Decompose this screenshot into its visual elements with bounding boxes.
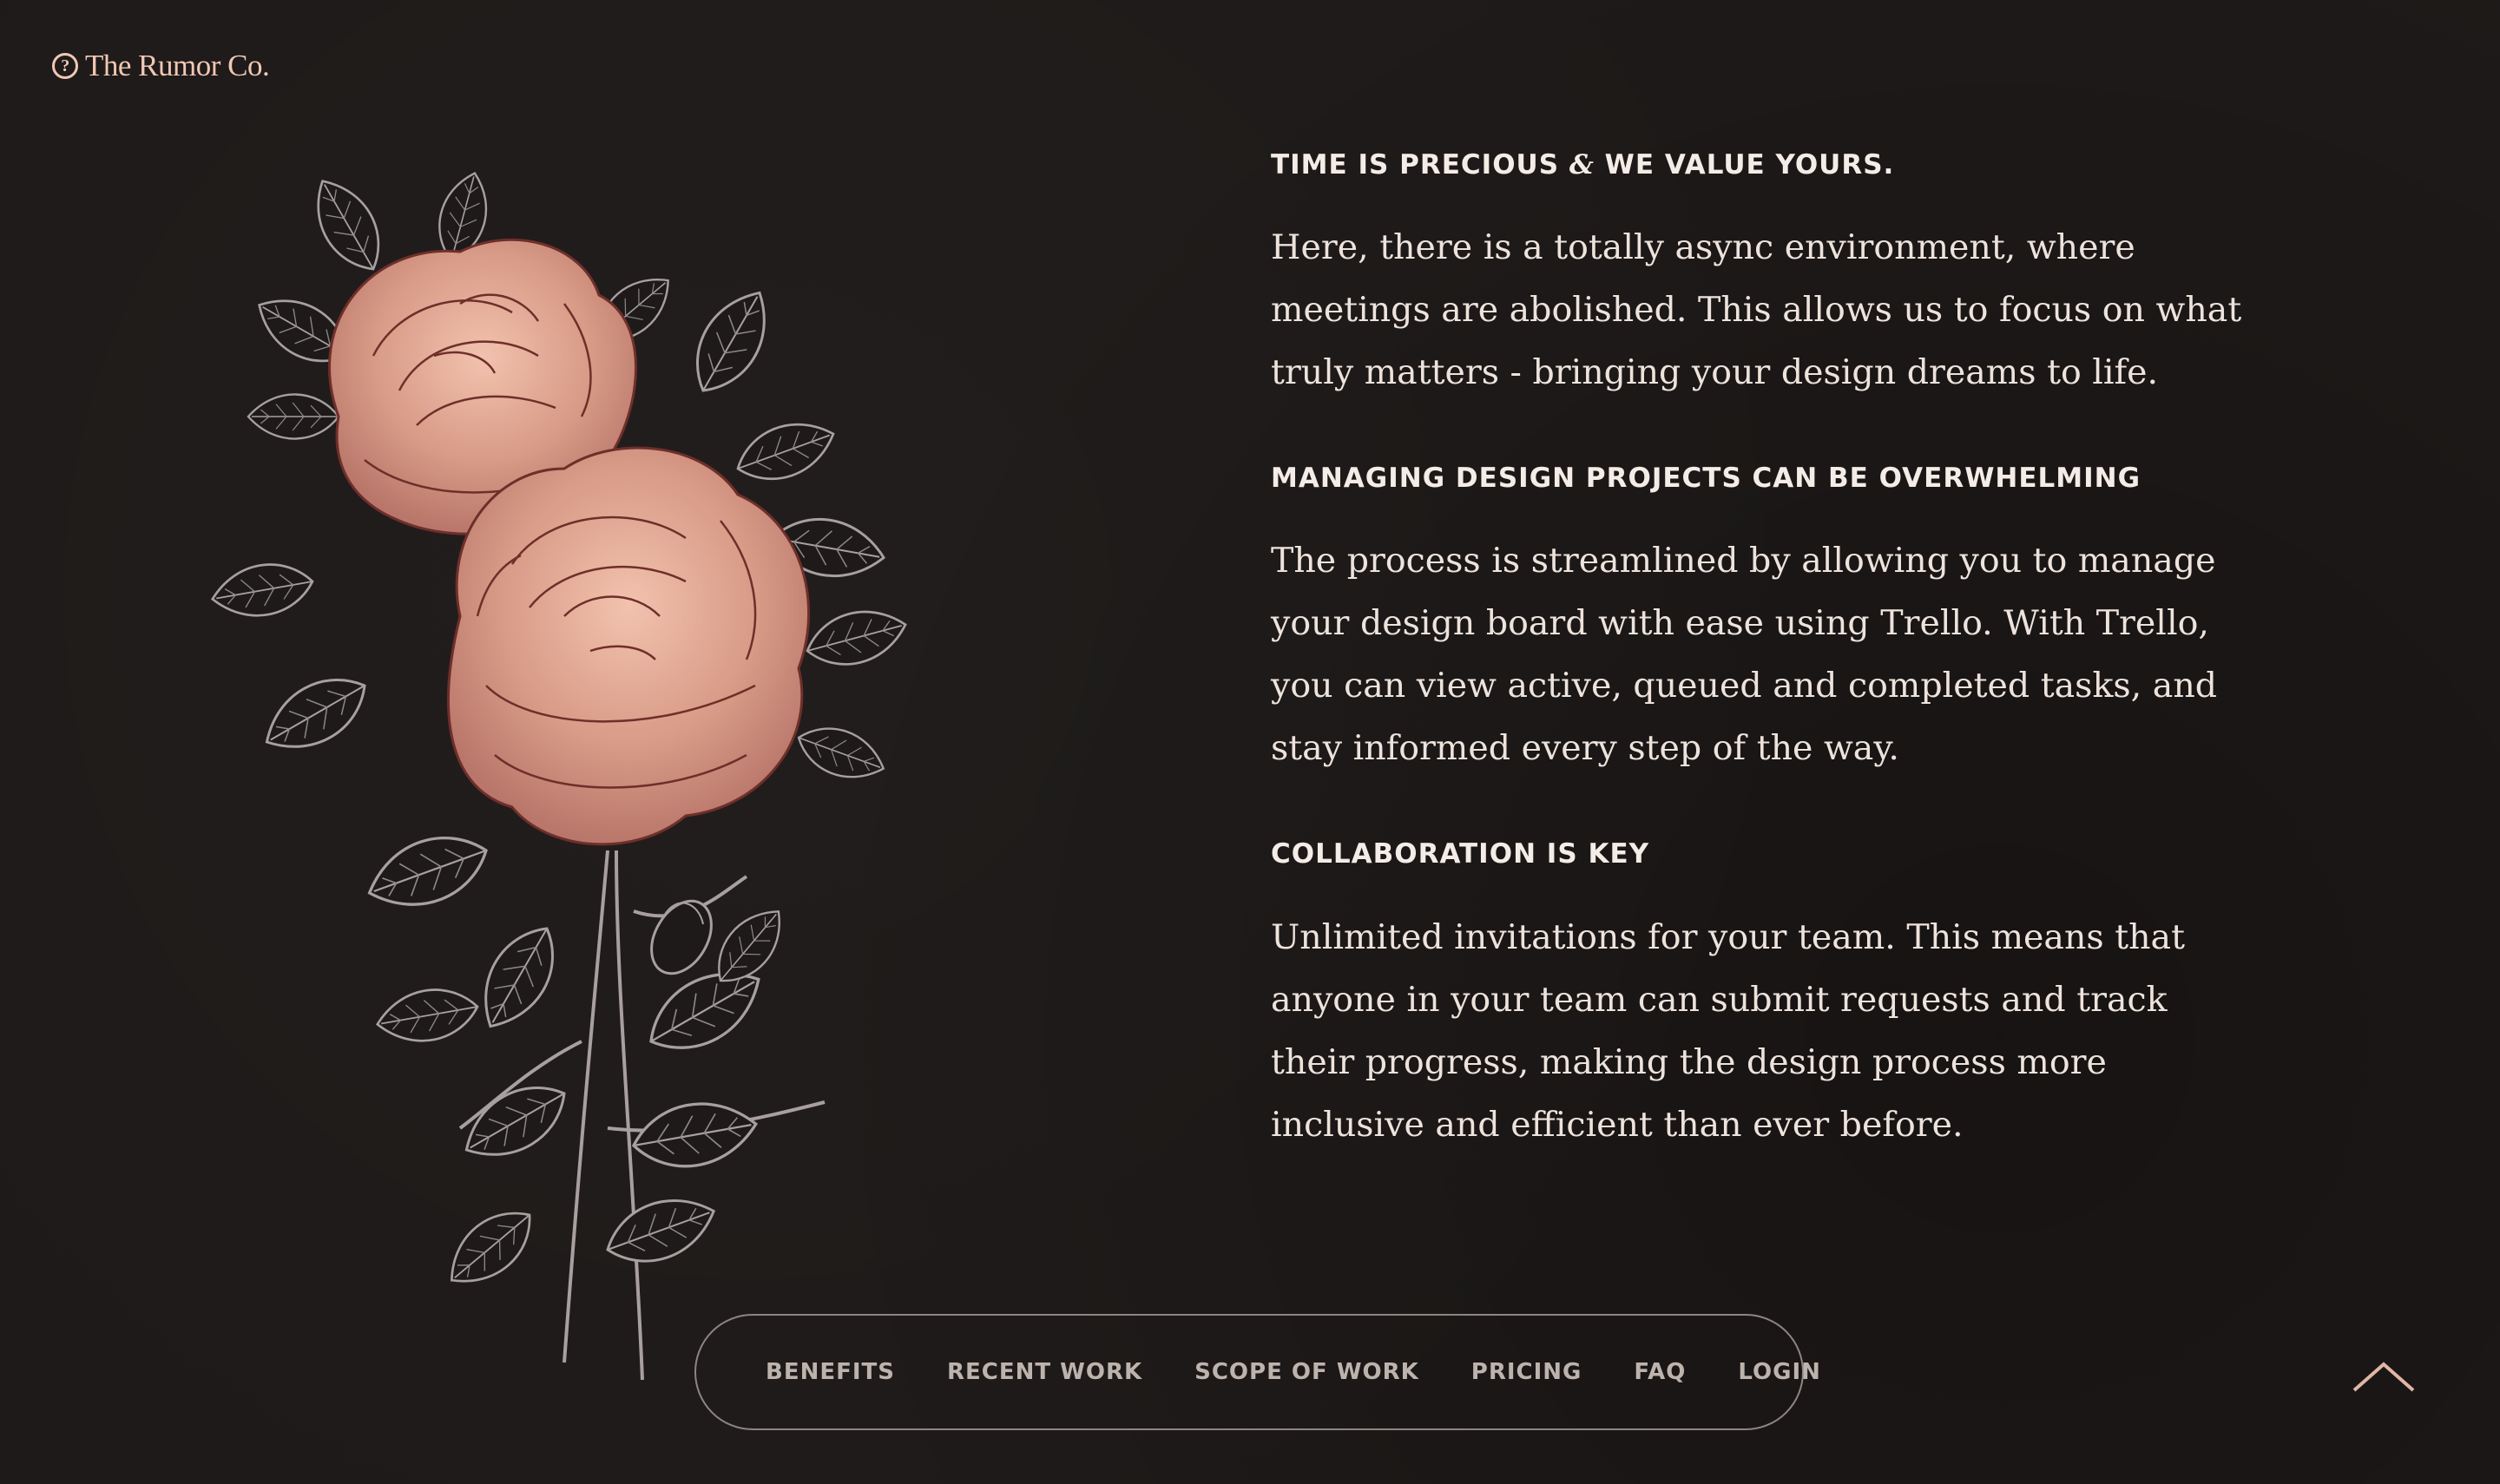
nav-login[interactable]: LOGIN — [1738, 1359, 1821, 1385]
logo-mark-icon: ? — [52, 53, 78, 79]
section-time: TIME IS PRECIOUS & WE VALUE YOURS. Here,… — [1271, 149, 2243, 404]
section-body: Unlimited invitations for your team. Thi… — [1271, 916, 2185, 1145]
section-managing: MANAGING DESIGN PROJECTS CAN BE OVERWHEL… — [1271, 463, 2243, 779]
main-content: TIME IS PRECIOUS & WE VALUE YOURS. Here,… — [1271, 149, 2243, 1215]
nav-benefits[interactable]: BENEFITS — [766, 1359, 895, 1385]
rose-bouquet-illustration — [207, 166, 913, 1381]
nav-pricing[interactable]: PRICING — [1471, 1359, 1582, 1385]
nav-faq[interactable]: FAQ — [1634, 1359, 1686, 1385]
section-heading: COLLABORATION IS KEY — [1271, 838, 1650, 870]
nav-recent-work[interactable]: RECENT WORK — [947, 1359, 1142, 1385]
section-body: Here, there is a totally async environme… — [1271, 227, 2242, 393]
chevron-up-icon[interactable] — [2351, 1359, 2417, 1394]
bottom-nav: BENEFITS RECENT WORK SCOPE OF WORK PRICI… — [694, 1314, 1820, 1430]
section-heading: TIME IS PRECIOUS & WE VALUE YOURS. — [1271, 149, 1895, 181]
rose-bud — [650, 899, 713, 975]
lower-rose — [447, 446, 810, 846]
nav-scope-of-work[interactable]: SCOPE OF WORK — [1194, 1359, 1419, 1385]
brand-name: The Rumor Co. — [85, 49, 270, 82]
brand-logo[interactable]: ? The Rumor Co. — [52, 49, 270, 83]
section-heading: MANAGING DESIGN PROJECTS CAN BE OVERWHEL… — [1271, 463, 2141, 495]
section-body: The process is streamlined by allowing y… — [1271, 541, 2218, 769]
section-collaboration: COLLABORATION IS KEY Unlimited invitatio… — [1271, 838, 2243, 1155]
